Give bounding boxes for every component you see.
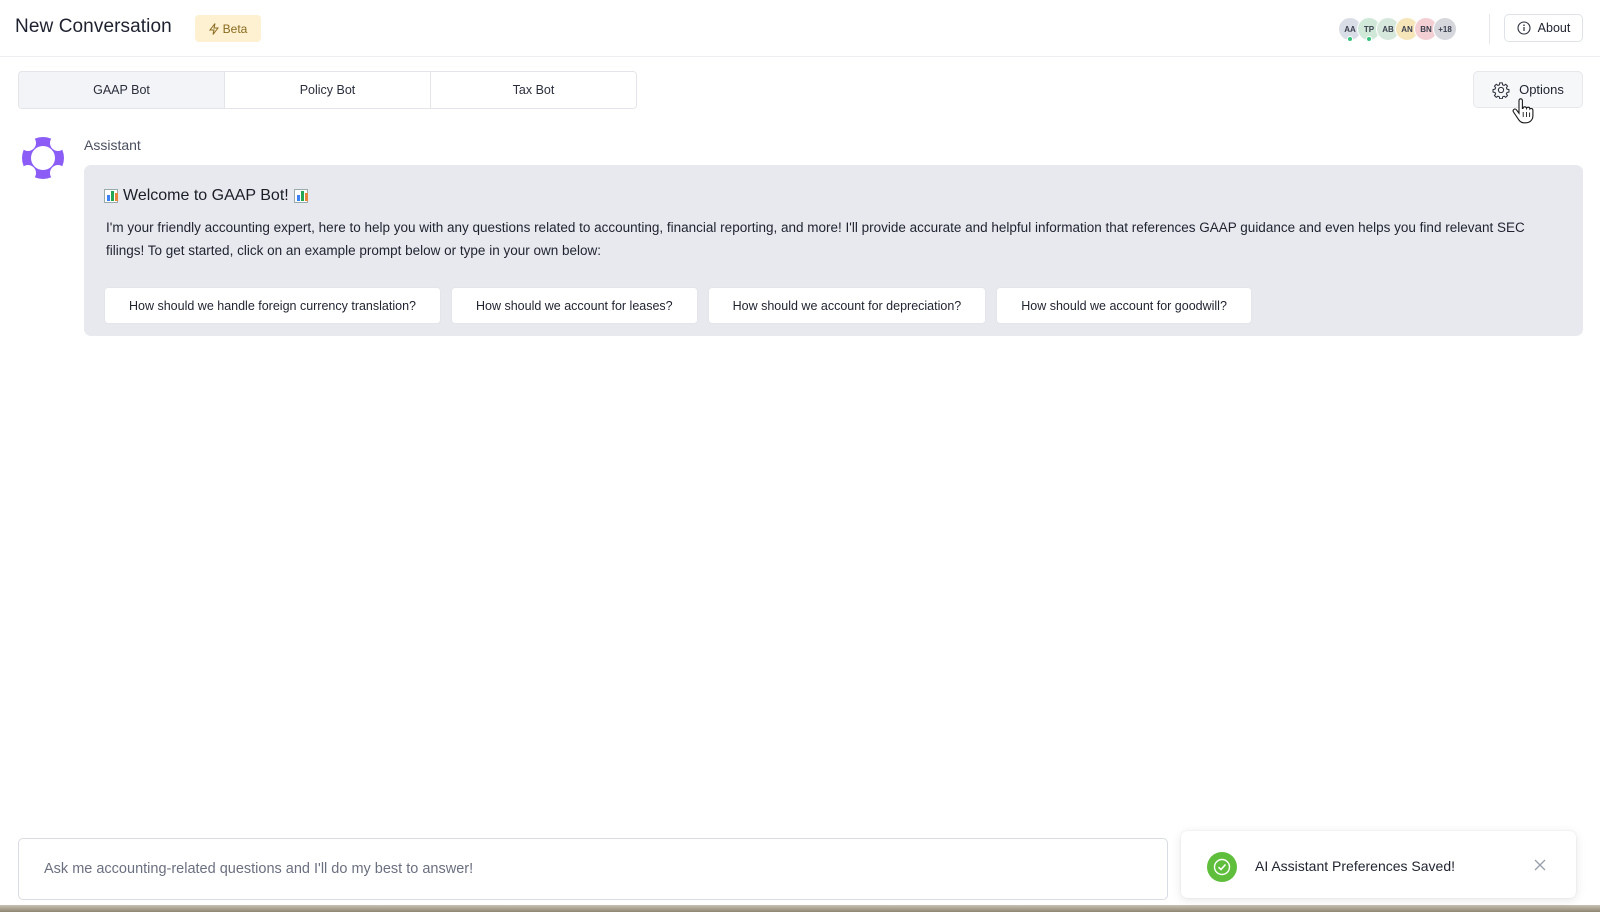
window-bottom-edge: [0, 905, 1600, 912]
about-label: About: [1537, 21, 1571, 35]
bar-chart-icon: [104, 189, 118, 203]
message-author: Assistant: [84, 137, 141, 153]
online-status-dot: [1366, 36, 1372, 42]
lightning-icon: [208, 22, 219, 35]
assistant-message-card: Welcome to GAAP Bot! I'm your friendly a…: [84, 165, 1583, 336]
prompt-leases-button[interactable]: How should we account for leases?: [450, 287, 698, 324]
chat-input-container: [18, 838, 1168, 900]
welcome-title: Welcome to GAAP Bot!: [104, 187, 308, 205]
bot-tabs: GAAP Bot Policy Bot Tax Bot: [18, 71, 637, 109]
collaborator-avatars[interactable]: AA TP AB AN BN +18: [1338, 17, 1457, 42]
about-button[interactable]: About: [1504, 14, 1583, 42]
page-title: New Conversation: [15, 16, 172, 37]
online-status-dot: [1347, 36, 1353, 42]
check-circle-icon: [1207, 852, 1237, 882]
prompt-depreciation-button[interactable]: How should we account for depreciation?: [707, 287, 987, 324]
options-label: Options: [1519, 82, 1564, 97]
tab-policy-bot[interactable]: Policy Bot: [225, 72, 431, 108]
info-icon: [1517, 21, 1531, 35]
gear-icon: [1492, 81, 1510, 99]
toast-message: AI Assistant Preferences Saved!: [1255, 858, 1455, 874]
assistant-logo-icon: [22, 137, 64, 179]
tab-tax-bot[interactable]: Tax Bot: [431, 72, 636, 108]
hand-cursor-icon: [1512, 98, 1534, 124]
beta-label: Beta: [222, 21, 248, 36]
example-prompts: How should we handle foreign currency tr…: [104, 287, 1252, 324]
avatar[interactable]: +18: [1433, 17, 1457, 41]
tab-gaap-bot[interactable]: GAAP Bot: [19, 72, 225, 108]
bar-chart-icon: [293, 189, 308, 203]
welcome-body: I'm your friendly accounting expert, her…: [106, 220, 1525, 258]
header-divider: [1489, 14, 1490, 44]
success-toast: AI Assistant Preferences Saved!: [1181, 831, 1576, 898]
prompt-foreign-currency-button[interactable]: How should we handle foreign currency tr…: [104, 287, 441, 324]
prompt-goodwill-button[interactable]: How should we account for goodwill?: [996, 287, 1252, 324]
welcome-title-text: Welcome to GAAP Bot!: [123, 187, 289, 204]
close-icon[interactable]: [1533, 858, 1547, 872]
chat-input[interactable]: [19, 839, 1167, 899]
beta-badge: Beta: [195, 15, 261, 42]
top-header: New Conversation Beta AA TP AB AN BN +18 Abou…: [0, 0, 1600, 57]
